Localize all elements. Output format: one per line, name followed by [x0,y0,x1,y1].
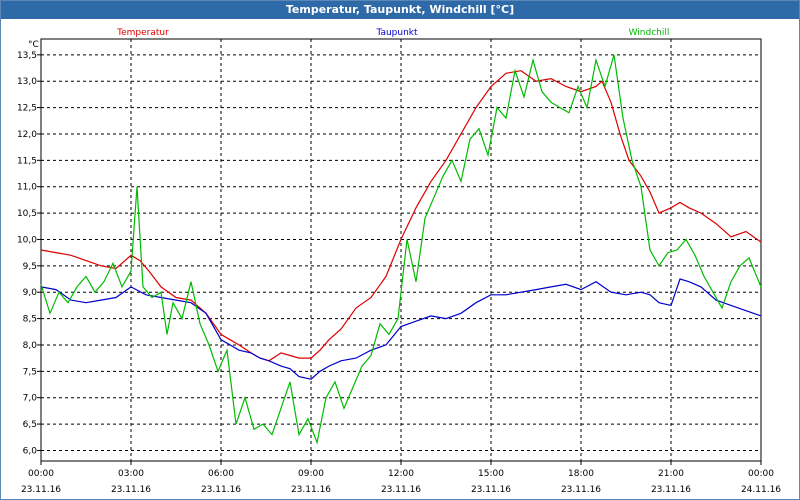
y-tick-label: 9,0 [23,288,38,298]
x-tick-time-label: 00:00 [748,469,774,479]
x-tick-time-label: 15:00 [478,469,504,479]
x-tick-date-label: 23.11.16 [291,485,331,495]
x-tick-time-label: 18:00 [568,469,594,479]
y-axis-ticks: 6,0 6,5 7,0 7,5 8,0 8,5 9,0 9,5 10,0 10,5 11,0 11,5… [17,51,41,456]
y-tick-label: 10,0 [17,235,37,245]
x-tick-date-label: 23.11.16 [201,485,241,495]
y-tick-label: 11,0 [17,183,37,193]
legend-item-temperatur: Temperatur [116,28,169,38]
legend-item-windchill: Windchill [629,28,670,38]
x-tick-time-label: 00:00 [28,469,54,479]
x-tick-time-label: 06:00 [208,469,234,479]
y-tick-label: 12,5 [17,104,37,114]
x-tick-date-label: 23.11.16 [111,485,151,495]
window-title: Temperatur, Taupunkt, Windchill [°C] [1,1,799,19]
y-tick-label: 13,0 [17,77,37,87]
y-tick-label: 11,5 [17,156,37,166]
y-tick-label: 6,0 [23,446,38,456]
x-tick-time-label: 09:00 [298,469,324,479]
line-chart: 6,0 6,5 7,0 7,5 8,0 8,5 9,0 9,5 10,0 10,5 11,0 11,5… [17,28,781,495]
x-tick-date-label: 23.11.16 [651,485,691,495]
x-tick-date-label: 23.11.16 [471,485,511,495]
x-tick-date-label: 23.11.16 [561,485,601,495]
y-tick-label: 8,5 [23,315,37,325]
x-tick-date-label: 23.11.16 [381,485,421,495]
x-tick-time-label: 21:00 [658,469,684,479]
y-tick-label: 7,5 [23,367,37,377]
x-axis-ticks: 00:00 23.11.16 03:00 23.11.16 06:00 23.11.16 0… [21,461,781,495]
legend: Temperatur Taupunkt Windchill [116,28,669,38]
y-tick-label: 6,5 [23,420,37,430]
x-tick-time-label: 12:00 [388,469,414,479]
y-tick-label: 8,0 [23,341,38,351]
y-tick-label: 7,0 [23,394,38,404]
x-tick-date-label: 23.11.16 [21,485,61,495]
y-tick-label: 13,5 [17,51,37,61]
x-tick-time-label: 03:00 [118,469,144,479]
y-tick-label: 9,5 [23,262,37,272]
chart-window: Temperatur, Taupunkt, Windchill [°C] 6,0… [0,0,800,500]
x-tick-date-label: 24.11.16 [741,485,781,495]
y-tick-label: 12,0 [17,130,37,140]
y-tick-label: 10,5 [17,209,37,219]
y-axis-label: °C [28,40,39,50]
legend-item-taupunkt: Taupunkt [375,28,418,38]
